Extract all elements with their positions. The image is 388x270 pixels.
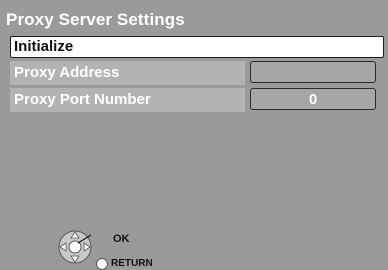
proxy-port-value: 0 — [308, 91, 318, 108]
proxy-address-row[interactable]: Proxy Address — [10, 61, 245, 85]
page-title: Proxy Server Settings — [6, 10, 185, 29]
nav-pad-icon — [58, 230, 92, 264]
initialize-label: Initialize — [14, 38, 74, 55]
proxy-port-label: Proxy Port Number — [14, 91, 151, 108]
proxy-port-field[interactable]: 0 — [250, 88, 376, 110]
proxy-address-label: Proxy Address — [14, 64, 120, 81]
proxy-port-row[interactable]: Proxy Port Number — [10, 88, 245, 112]
ok-hint-label: OK — [113, 233, 130, 245]
proxy-address-field[interactable] — [250, 61, 376, 83]
initialize-menu-item[interactable]: Initialize — [10, 36, 384, 58]
return-hint-label: RETURN — [111, 258, 153, 269]
proxy-settings-screen: Proxy Server Settings Initialize Proxy A… — [0, 0, 388, 270]
return-button-icon — [96, 258, 108, 270]
